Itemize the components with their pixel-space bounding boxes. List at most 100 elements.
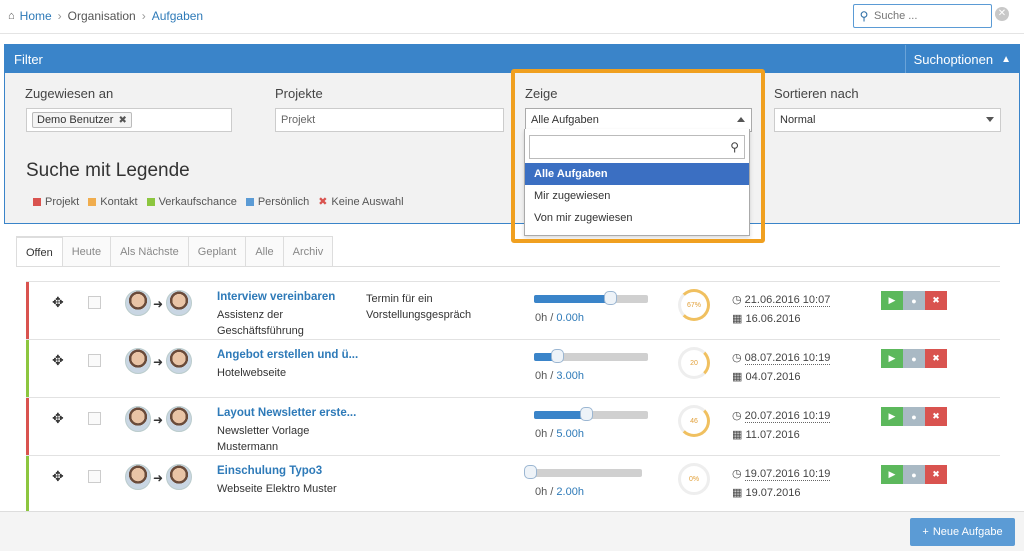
new-task-label: Neue Aufgabe (932, 526, 1003, 538)
breadcrumb-organisation[interactable]: Organisation (68, 9, 136, 23)
legend-swatch (88, 197, 97, 206)
slider-fill (534, 295, 610, 303)
sort-select[interactable]: Normal (774, 108, 1001, 132)
dropdown-option-mir-zugewiesen[interactable]: Mir zugewiesen (525, 185, 749, 207)
due-date[interactable]: 19.07.2016 10:19 (744, 468, 831, 481)
hours-planned[interactable]: 5.00h (556, 428, 584, 440)
hours-spent: 0h (535, 428, 548, 440)
task-title[interactable]: Angebot erstellen und ü... (217, 349, 358, 361)
tab-archiv[interactable]: Archiv (282, 236, 334, 267)
play-button[interactable]: ▶ (881, 465, 903, 484)
slider-knob[interactable] (580, 407, 593, 421)
progress-value: 20 (690, 359, 698, 367)
legend-title: Suche mit Legende (26, 160, 190, 181)
tab-alle[interactable]: Alle (245, 236, 284, 267)
legend-item-persoenlich[interactable]: Persönlich (245, 195, 309, 208)
assigned-tag: Demo Benutzer ✖ (32, 112, 132, 128)
comment-button[interactable]: ● (903, 349, 925, 368)
hours-slider[interactable] (534, 291, 648, 305)
move-handle-icon[interactable]: ✥ (52, 294, 64, 311)
hours-planned[interactable]: 2.00h (556, 486, 584, 498)
task-tabs: Offen Heute Als Nächste Geplant Alle Arc… (16, 236, 334, 267)
task-hours: 0h / 3.00h (535, 370, 584, 382)
due-date[interactable]: 08.07.2016 10:19 (744, 352, 831, 365)
assigned-field[interactable]: Demo Benutzer ✖ (26, 108, 232, 132)
task-list: ✥ ➜ Interview vereinbaren Assistenz der … (26, 281, 1000, 513)
avatar (125, 464, 151, 490)
search-icon: ⚲ (730, 140, 739, 154)
move-handle-icon[interactable]: ✥ (52, 410, 64, 427)
slider-knob[interactable] (551, 349, 564, 363)
due-date[interactable]: 20.07.2016 10:19 (744, 410, 831, 423)
dropdown-option-alle-aufgaben[interactable]: Alle Aufgaben (525, 163, 749, 185)
new-task-button[interactable]: + Neue Aufgabe (910, 518, 1015, 546)
legend-label: Projekt (45, 195, 80, 208)
tab-heute[interactable]: Heute (61, 236, 112, 267)
legend-label: Verkaufschance (158, 195, 237, 208)
play-button[interactable]: ▶ (881, 349, 903, 368)
breadcrumb-current[interactable]: Aufgaben (152, 9, 203, 23)
search-input[interactable] (874, 10, 984, 22)
search-options-toggle[interactable]: Suchoptionen ▲ (904, 45, 1019, 73)
move-handle-icon[interactable]: ✥ (52, 468, 64, 485)
delete-button[interactable]: ✖ (925, 465, 947, 484)
clear-search-icon[interactable]: ✕ (995, 7, 1009, 21)
search-box[interactable]: ⚲ (853, 4, 992, 28)
comment-button[interactable]: ● (903, 291, 925, 310)
breadcrumb-home[interactable]: Home (20, 9, 52, 23)
task-row: ✥ ➜ Interview vereinbaren Assistenz der … (26, 281, 1000, 339)
close-icon: ✖ (318, 196, 328, 208)
task-title[interactable]: Layout Newsletter erste... (217, 407, 356, 419)
move-handle-icon[interactable]: ✥ (52, 352, 64, 369)
plus-icon: + (922, 526, 929, 538)
arrow-right-icon: ➜ (153, 413, 164, 427)
tab-geplant[interactable]: Geplant (187, 236, 247, 267)
remove-tag-icon[interactable]: ✖ (118, 115, 126, 126)
task-checkbox[interactable] (88, 412, 101, 425)
legend-item-projekt[interactable]: Projekt (33, 195, 79, 208)
task-hours: 0h / 0.00h (535, 312, 584, 324)
arrow-right-icon: ➜ (153, 471, 164, 485)
hours-spent: 0h (535, 370, 548, 382)
slider-knob[interactable] (524, 465, 537, 479)
tab-offen[interactable]: Offen (16, 236, 63, 267)
dropdown-option-von-mir-zugewiesen[interactable]: Von mir zugewiesen (525, 207, 749, 229)
play-button[interactable]: ▶ (881, 407, 903, 426)
projects-field[interactable]: Projekt (275, 108, 504, 132)
hours-planned[interactable]: 3.00h (556, 370, 584, 382)
comment-button[interactable]: ● (903, 407, 925, 426)
slider-knob[interactable] (604, 291, 617, 305)
delete-button[interactable]: ✖ (925, 291, 947, 310)
hours-slider[interactable] (534, 407, 648, 421)
legend-item-verkaufschance[interactable]: Verkaufschance (146, 195, 237, 208)
legend-item-kontakt[interactable]: Kontakt (88, 195, 138, 208)
calendar-icon: ▦ (732, 313, 743, 325)
legend-item-keine-auswahl[interactable]: ✖ Keine Auswahl (318, 195, 403, 209)
slider-fill (534, 411, 586, 419)
task-title[interactable]: Einschulung Typo3 (217, 465, 322, 477)
comment-button[interactable]: ● (903, 465, 925, 484)
dropdown-search-input[interactable]: ⚲ (529, 135, 745, 159)
clock-icon: ◷ (732, 410, 742, 422)
delete-button[interactable]: ✖ (925, 349, 947, 368)
play-button[interactable]: ▶ (881, 291, 903, 310)
tab-als-naechste[interactable]: Als Nächste (110, 236, 189, 267)
task-color-bar (26, 398, 29, 455)
task-actions: ▶ ● ✖ (881, 349, 947, 368)
chevron-up-icon: ▲ (1001, 53, 1011, 65)
caret-up-icon (737, 117, 745, 122)
due-date[interactable]: 21.06.2016 10:07 (744, 294, 831, 307)
task-checkbox[interactable] (88, 296, 101, 309)
delete-button[interactable]: ✖ (925, 407, 947, 426)
task-checkbox[interactable] (88, 354, 101, 367)
hours-slider[interactable] (524, 465, 642, 479)
progress-circle: 46 (678, 405, 710, 437)
task-title[interactable]: Interview vereinbaren (217, 291, 335, 303)
hours-planned[interactable]: 0.00h (556, 312, 584, 324)
task-actions: ▶ ● ✖ (881, 291, 947, 310)
show-select-value: Alle Aufgaben (531, 114, 599, 126)
task-checkbox[interactable] (88, 470, 101, 483)
hours-slider[interactable] (534, 349, 648, 363)
top-bar: ⌂ Home › Organisation › Aufgaben ⚲ ✕ (0, 0, 1024, 34)
filter-title: Filter (14, 51, 43, 67)
